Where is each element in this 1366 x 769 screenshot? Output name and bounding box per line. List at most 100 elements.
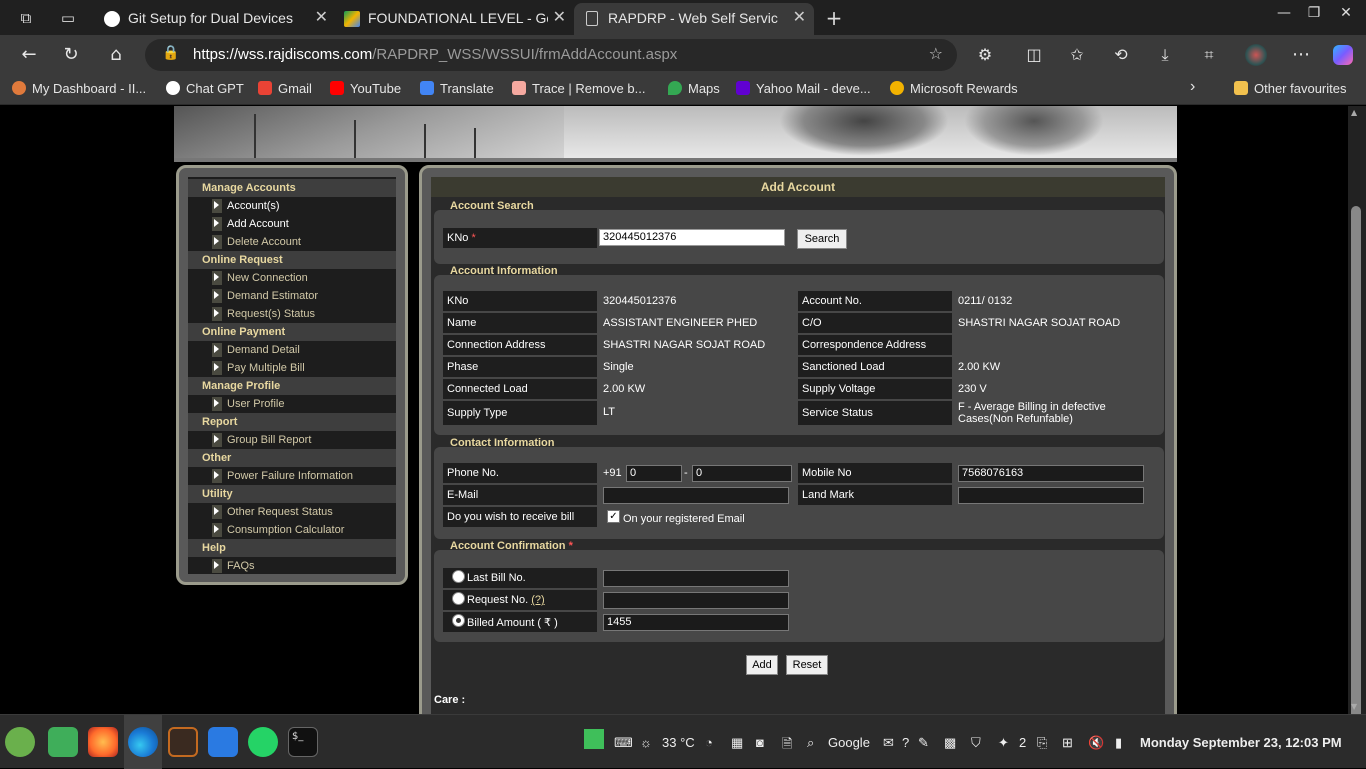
split-screen-icon[interactable]: ◫ [1021, 42, 1047, 68]
profile-avatar-icon[interactable] [1243, 42, 1269, 68]
menu-item-demand-estimator[interactable]: Demand Estimator [188, 287, 396, 305]
vertical-scrollbar[interactable]: ▲ ▼ [1348, 106, 1366, 736]
firefox-icon[interactable] [88, 727, 118, 757]
shield-icon[interactable]: ⛉ [971, 735, 981, 751]
terminal-icon[interactable]: $_ [288, 727, 318, 757]
billed-amount-radio[interactable] [452, 614, 465, 627]
menu-item-delete-account[interactable]: Delete Account [188, 233, 396, 251]
tab-foundational-level[interactable]: FOUNDATIONAL LEVEL - Goog ✕ [334, 3, 574, 35]
mobile-input[interactable]: 7568076163 [958, 465, 1144, 482]
close-window-icon[interactable]: ✕ [1334, 5, 1358, 21]
back-icon[interactable]: ← [16, 42, 42, 68]
search-button[interactable]: Search [797, 229, 847, 249]
request-no-input[interactable] [603, 592, 789, 609]
close-icon[interactable]: ✕ [793, 7, 806, 27]
maximize-icon[interactable]: ❐ [1302, 5, 1326, 21]
menu-item-group-bill-report[interactable]: Group Bill Report [188, 431, 396, 449]
menu-item-pay-multiple-bill[interactable]: Pay Multiple Bill [188, 359, 396, 377]
terminal-app-icon[interactable] [168, 727, 198, 757]
home-icon[interactable]: ⌂ [103, 42, 129, 68]
screenshot-icon[interactable]: ⌗ [1196, 42, 1222, 68]
bookmark-gmail[interactable]: Gmail [258, 81, 312, 96]
search-engine-label[interactable]: Google [828, 735, 870, 750]
search-icon[interactable]: ⌕ [807, 735, 814, 751]
battery-icon[interactable]: ▮ [1115, 735, 1122, 751]
files-icon[interactable] [48, 727, 78, 757]
menu-item-add-account[interactable]: Add Account [188, 215, 396, 233]
mail-icon[interactable]: ✉ [883, 735, 894, 751]
menu-item-accounts[interactable]: Account(s) [188, 197, 396, 215]
last-bill-input[interactable] [603, 570, 789, 587]
scroll-down-icon[interactable]: ▼ [1351, 702, 1357, 711]
bookmark-microsoft-rewards[interactable]: Microsoft Rewards [890, 81, 1018, 96]
menu-item-consumption-calculator[interactable]: Consumption Calculator [188, 521, 396, 539]
bookmark-yahoo-mail[interactable]: Yahoo Mail - deve... [736, 81, 871, 96]
workspaces-icon[interactable]: ⧉ [14, 6, 38, 30]
menu-item-request-status[interactable]: Request(s) Status [188, 305, 396, 323]
landmark-input[interactable] [958, 487, 1144, 504]
tab-actions-icon[interactable]: ▭ [56, 6, 80, 30]
minimize-icon[interactable]: — [1272, 5, 1296, 21]
new-tab-icon[interactable]: + [822, 6, 846, 30]
weather-temp[interactable]: 33 °C [662, 735, 695, 750]
menu-item-new-connection[interactable]: New Connection [188, 269, 396, 287]
add-button[interactable]: Add [746, 655, 778, 675]
bookmark-youtube[interactable]: YouTube [330, 81, 401, 96]
edge-icon[interactable] [128, 727, 158, 757]
workspace-indicator-icon[interactable] [584, 729, 604, 749]
last-bill-radio[interactable] [452, 570, 465, 583]
downloads-icon[interactable]: ⤓ [1152, 42, 1178, 68]
notification-icon[interactable]: ✦ [998, 735, 1009, 751]
more-menu-icon[interactable]: ⋯ [1288, 42, 1314, 68]
network-status-icon[interactable]: ◔ [705, 735, 713, 750]
bookmark-translate[interactable]: Translate [420, 81, 494, 96]
bookmark-trace[interactable]: Trace | Remove b... [512, 81, 645, 96]
menu-item-user-profile[interactable]: User Profile [188, 395, 396, 413]
volume-muted-icon[interactable]: 🔇 [1088, 735, 1104, 751]
clipboard-icon[interactable]: ⎘ [1037, 735, 1047, 751]
reload-icon[interactable]: ↻ [58, 42, 84, 68]
email-bill-checkbox[interactable]: ✓ [607, 510, 620, 523]
favorites-icon[interactable]: ✩ [1064, 42, 1090, 68]
bookmark-my-dashboard[interactable]: My Dashboard - II... [12, 81, 146, 96]
extensions-icon[interactable]: ⚙ [972, 42, 998, 68]
menu-item-power-failure[interactable]: Power Failure Information [188, 467, 396, 485]
close-icon[interactable]: ✕ [553, 7, 566, 27]
menu-item-faqs[interactable]: FAQs [188, 557, 396, 575]
email-input[interactable] [603, 487, 789, 504]
reset-button[interactable]: Reset [786, 655, 828, 675]
favorite-star-icon[interactable]: ☆ [929, 44, 943, 63]
clock[interactable]: Monday September 23, 12:03 PM [1140, 735, 1342, 750]
qr-icon[interactable]: ▩ [944, 735, 956, 751]
tab-rapdrp[interactable]: RAPDRP - Web Self Service ✕ [574, 3, 814, 35]
history-icon[interactable]: ⟲ [1108, 42, 1134, 68]
close-icon[interactable]: ✕ [315, 7, 328, 27]
other-favourites[interactable]: Other favourites [1234, 81, 1347, 96]
weather-icon[interactable]: ☼ [640, 735, 652, 750]
scroll-up-icon[interactable]: ▲ [1351, 108, 1357, 117]
bookmark-maps[interactable]: Maps [668, 81, 720, 96]
phone-number-input[interactable]: 0 [692, 465, 792, 482]
vscode-icon[interactable] [208, 727, 238, 757]
camera-icon[interactable]: ◙ [756, 735, 764, 750]
color-picker-icon[interactable]: ✎ [918, 735, 929, 751]
phone-std-input[interactable]: 0 [626, 465, 682, 482]
mint-menu-icon[interactable] [5, 727, 35, 757]
keyboard-icon[interactable]: ⌨ [614, 735, 633, 751]
help-link[interactable]: (?) [531, 594, 544, 606]
document-icon[interactable]: 🗎 [782, 735, 792, 757]
tab-git-setup[interactable]: Git Setup for Dual Devices ✕ [94, 3, 336, 35]
calculator-icon[interactable]: ▦ [731, 735, 743, 751]
kno-input[interactable]: 320445012376 [599, 229, 785, 246]
menu-item-other-request-status[interactable]: Other Request Status [188, 503, 396, 521]
scrollbar-thumb[interactable] [1351, 206, 1361, 736]
menu-item-demand-detail[interactable]: Demand Detail [188, 341, 396, 359]
chevron-right-icon[interactable]: › [1190, 78, 1195, 96]
whatsapp-icon[interactable] [248, 727, 278, 757]
lock-icon[interactable]: 🔒 [162, 45, 179, 61]
copilot-icon[interactable] [1330, 42, 1356, 68]
billed-amount-input[interactable]: 1455 [603, 614, 789, 631]
network-icon[interactable]: ⊞ [1062, 735, 1073, 751]
address-bar[interactable]: 🔒 https://wss.rajdiscoms.com/RAPDRP_WSS/… [145, 39, 957, 71]
request-no-radio[interactable] [452, 592, 465, 605]
